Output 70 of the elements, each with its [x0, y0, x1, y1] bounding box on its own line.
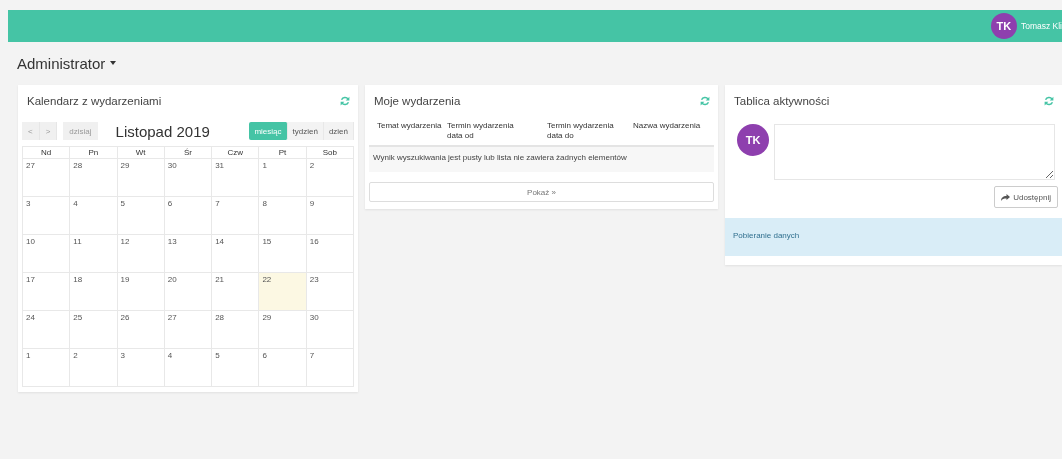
page-title[interactable]: Administrator [17, 54, 106, 72]
view-tab[interactable]: tydzień [287, 122, 324, 140]
day-cell[interactable]: 4 [70, 197, 118, 235]
day-cell[interactable]: 27 [164, 311, 213, 349]
day-cell[interactable]: 20 [164, 273, 213, 311]
day-cell[interactable]: 6 [164, 197, 213, 235]
weekday-header: Nd [23, 147, 71, 159]
day-cell[interactable]: 28 [212, 311, 260, 349]
day-cell[interactable]: 28 [70, 159, 118, 197]
day-cell[interactable]: 17 [23, 273, 71, 311]
month-title: Listopad 2019 [114, 122, 211, 140]
day-cell[interactable]: 1 [259, 159, 307, 197]
column-header: Temat wydarzenia [377, 121, 443, 132]
day-cell[interactable]: 3 [117, 349, 165, 387]
day-cell[interactable]: 7 [212, 197, 260, 235]
column-header: Nazwa wydarzenia [633, 121, 702, 132]
day-cell[interactable]: 30 [164, 159, 213, 197]
day-cell[interactable]: 6 [259, 349, 307, 387]
weekday-header: Sob [306, 147, 354, 159]
day-cell[interactable]: 19 [117, 273, 165, 311]
day-cell[interactable]: 2 [306, 159, 354, 197]
day-cell[interactable]: 5 [117, 197, 165, 235]
day-cell[interactable]: 22 [259, 273, 307, 311]
empty-message: Wynik wyszukiwania jest pusty lub lista nie zawiera żadnych elementów [369, 147, 714, 172]
weekday-header: Pt [259, 147, 307, 159]
card-title: Tablica aktywności [734, 95, 830, 107]
refresh-icon[interactable] [340, 96, 350, 106]
day-cell[interactable]: 1 [23, 349, 71, 387]
day-cell[interactable]: 7 [306, 349, 354, 387]
column-header: Termin wydarzenia data do [547, 121, 615, 141]
user-avatar[interactable]: TK [990, 13, 1017, 39]
card-title: Kalendarz z wydarzeniami [27, 95, 162, 107]
day-cell[interactable]: 8 [259, 197, 307, 235]
day-cell[interactable]: 23 [306, 273, 354, 311]
user-avatar: TK [737, 124, 769, 156]
day-cell[interactable]: 13 [164, 235, 213, 273]
day-cell[interactable]: 2 [70, 349, 118, 387]
day-cell[interactable]: 10 [23, 235, 71, 273]
loading-message: Pobieranie danych [725, 218, 1062, 256]
column-header: Termin wydarzenia data od [447, 121, 515, 141]
day-cell[interactable]: 18 [70, 273, 118, 311]
day-cell[interactable]: 4 [164, 349, 213, 387]
view-tab[interactable]: dzień [323, 122, 354, 140]
day-cell[interactable]: 31 [212, 159, 260, 197]
day-cell[interactable]: 11 [70, 235, 118, 273]
refresh-icon[interactable] [700, 96, 710, 106]
day-cell[interactable]: 16 [306, 235, 354, 273]
card-title: Moje wydarzenia [374, 95, 461, 107]
day-cell[interactable]: 25 [70, 311, 118, 349]
refresh-icon[interactable] [1044, 96, 1054, 106]
share-button[interactable]: Udostępnij [994, 186, 1058, 208]
weekday-header: Czw [212, 147, 260, 159]
day-cell[interactable]: 30 [306, 311, 354, 349]
day-cell[interactable]: 29 [117, 159, 165, 197]
comment-field[interactable] [774, 124, 1055, 180]
day-cell[interactable]: 12 [117, 235, 165, 273]
day-cell[interactable]: 14 [212, 235, 260, 273]
show-button[interactable]: Pokaż » [369, 182, 714, 202]
weekday-header: Wt [117, 147, 165, 159]
day-cell[interactable]: 5 [212, 349, 260, 387]
day-cell[interactable]: 9 [306, 197, 354, 235]
day-cell[interactable]: 3 [23, 197, 71, 235]
day-cell[interactable]: 29 [259, 311, 307, 349]
day-cell[interactable]: 24 [23, 311, 71, 349]
caret-icon[interactable] [110, 61, 117, 65]
weekday-header: Pn [70, 147, 118, 159]
day-cell[interactable]: 26 [117, 311, 165, 349]
weekday-header: Śr [164, 147, 213, 159]
day-cell[interactable]: 27 [23, 159, 71, 197]
share-icon [1001, 193, 1011, 201]
